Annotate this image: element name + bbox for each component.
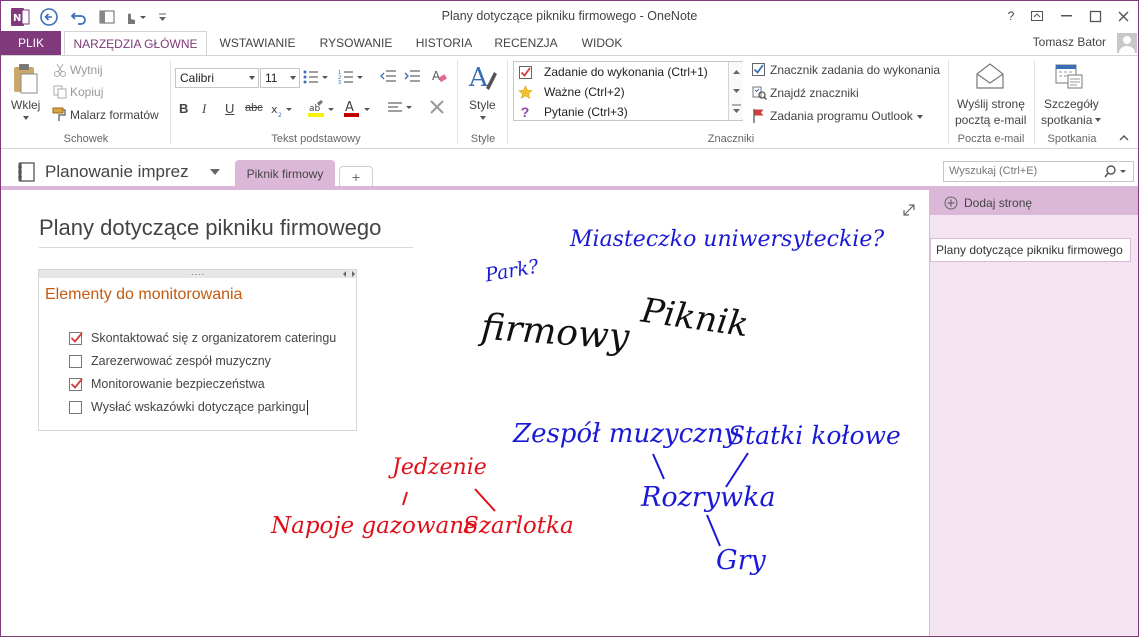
ink-line — [652, 453, 665, 480]
add-circle-icon — [944, 196, 958, 210]
meeting-label-2[interactable]: spotkania — [1041, 113, 1092, 127]
meeting-details-icon[interactable] — [1054, 62, 1086, 92]
collapse-ribbon-icon[interactable] — [1119, 134, 1131, 144]
onenote-window: N Plany dotyczące pikniku firmowego - On… — [0, 0, 1139, 637]
ink-connector-lines — [402, 452, 749, 547]
minimize-icon[interactable] — [1055, 5, 1077, 27]
separator — [1034, 60, 1035, 144]
meeting-label-1[interactable]: Szczegóły — [1044, 97, 1099, 111]
email-group-label: Poczta e-mail — [957, 133, 1025, 145]
page-list-item[interactable]: Plany dotyczące pikniku firmowego — [930, 238, 1131, 262]
ink-line — [706, 514, 721, 547]
separator — [948, 60, 949, 144]
maximize-icon[interactable] — [1084, 5, 1106, 27]
email-label-2[interactable]: pocztą e-mail — [955, 113, 1026, 127]
add-page-label: Dodaj stronę — [964, 195, 1033, 210]
email-icon[interactable] — [975, 62, 1007, 92]
user-name[interactable]: Tomasz Bator — [1033, 35, 1106, 49]
ink-line — [725, 452, 749, 488]
close-icon[interactable] — [1112, 5, 1134, 27]
email-label-1[interactable]: Wyślij stronę — [957, 97, 1025, 111]
ink-line — [474, 488, 496, 512]
search-icon[interactable] — [1104, 165, 1130, 179]
help-button[interactable]: ? — [1000, 5, 1022, 27]
meeting-dropdown-icon[interactable] — [1095, 118, 1101, 122]
ink-line — [402, 491, 408, 506]
meetings-group-label: Spotkania — [1047, 133, 1097, 145]
add-page-button[interactable]: Dodaj stronę — [930, 190, 1138, 215]
pages-pane: Dodaj stronę Plany dotyczące pikniku fir… — [929, 190, 1138, 636]
ribbon-display-options-icon[interactable] — [1026, 5, 1048, 27]
user-avatar[interactable] — [1117, 33, 1137, 53]
